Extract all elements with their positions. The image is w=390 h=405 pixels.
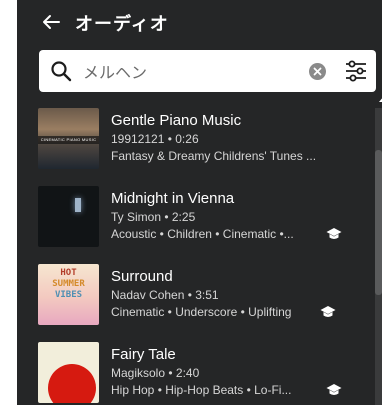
- track-meta: Nadav Cohen • 3:51: [111, 288, 219, 302]
- track-item[interactable]: CINEMATIC PIANO MUSIC Gentle Piano Music…: [17, 104, 372, 180]
- track-tags: Hip Hop • Hip-Hop Beats • Lo-Fi...: [111, 383, 292, 397]
- search-icon: [51, 61, 72, 82]
- track-tags: Fantasy & Dreamy Childrens' Tunes ...: [111, 149, 317, 163]
- search-input[interactable]: [83, 58, 303, 84]
- track-meta: 19912121 • 0:26: [111, 132, 199, 146]
- track-title: Gentle Piano Music: [111, 112, 242, 129]
- thumbnail-sun: [48, 364, 96, 403]
- track-title: Fairy Tale: [111, 346, 176, 363]
- track-tags: Acoustic • Children • Cinematic •...: [111, 227, 294, 241]
- graduation-cap-icon: [320, 306, 336, 317]
- track-item[interactable]: HOT SUMMER VIBES Surround Nadav Cohen • …: [17, 260, 372, 336]
- clear-search-button[interactable]: [309, 63, 326, 80]
- graduation-cap-icon: [326, 228, 342, 239]
- graduation-cap-icon: [326, 384, 342, 395]
- scroll-up-arrow-icon[interactable]: [379, 96, 382, 102]
- track-thumbnail: [38, 186, 99, 247]
- track-thumbnail: HOT SUMMER VIBES: [38, 264, 99, 325]
- track-meta: Magiksolo • 2:40: [111, 366, 200, 380]
- thumbnail-word: VIBES: [54, 290, 83, 300]
- track-item[interactable]: Midnight in Vienna Ty Simon • 2:25 Acous…: [17, 182, 372, 258]
- track-title: Surround: [111, 268, 173, 285]
- search-bar: [39, 50, 376, 92]
- thumbnail-word: HOT: [60, 268, 77, 278]
- track-tags: Cinematic • Underscore • Uplifting: [111, 305, 292, 319]
- page-title: オーディオ: [75, 14, 169, 34]
- back-button[interactable]: [39, 10, 63, 34]
- scrollbar-thumb[interactable]: [375, 150, 382, 295]
- close-icon: [313, 67, 322, 76]
- track-thumbnail: CINEMATIC PIANO MUSIC: [38, 108, 99, 169]
- audio-panel: オーディオ CINEMATIC PIANO MUSIC Gentle Piano…: [17, 0, 382, 405]
- track-thumbnail: [38, 342, 99, 403]
- filter-sliders-icon[interactable]: [344, 59, 368, 83]
- track-meta: Ty Simon • 2:25: [111, 210, 196, 224]
- thumbnail-light: [75, 198, 81, 212]
- thumbnail-word: SUMMER: [52, 279, 85, 289]
- track-title: Midnight in Vienna: [111, 190, 235, 207]
- thumbnail-caption: CINEMATIC PIANO MUSIC: [38, 136, 99, 144]
- arrow-left-icon: [43, 15, 60, 29]
- panel-header: オーディオ: [17, 0, 382, 44]
- track-item[interactable]: Fairy Tale Magiksolo • 2:40 Hip Hop • Hi…: [17, 338, 372, 405]
